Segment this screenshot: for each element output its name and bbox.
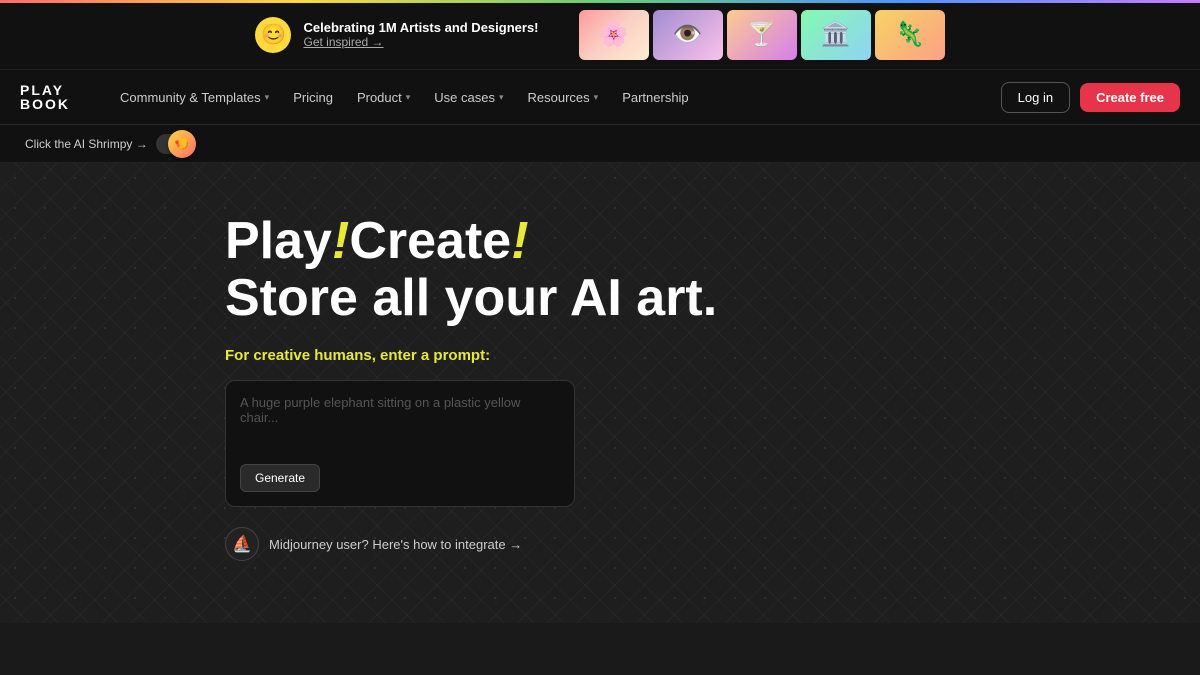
hero-title-line1: Play!Create! <box>225 213 1200 270</box>
banner-text: Celebrating 1M Artists and Designers! Ge… <box>303 20 538 49</box>
smiley-icon: 😊 <box>255 17 291 53</box>
banner-get-inspired-link[interactable]: Get inspired → <box>303 35 538 49</box>
chevron-down-icon-resources: ▾ <box>594 92 599 103</box>
generate-button[interactable]: Generate <box>240 464 320 492</box>
nav-product[interactable]: Product ▾ <box>347 84 420 111</box>
hero-subtitle: For creative humans, enter a prompt: <box>225 347 1200 364</box>
create-free-button[interactable]: Create free <box>1080 83 1180 112</box>
midjourney-icon: ⛵ <box>225 527 259 561</box>
top-banner: 😊 Celebrating 1M Artists and Designers! … <box>0 0 1200 70</box>
nav-partnership[interactable]: Partnership <box>612 84 698 111</box>
hero-title: Play!Create! Store all your AI art. <box>225 213 1200 327</box>
chevron-down-icon: ▾ <box>265 92 270 103</box>
midjourney-link[interactable]: ⛵ Midjourney user? Here's how to integra… <box>225 527 1200 561</box>
nav-items: Community & Templates ▾ Pricing Product … <box>110 84 971 111</box>
logo-play: PLAY <box>20 83 70 97</box>
logo: PLAY BOOK <box>20 83 70 111</box>
shrimpy-bar: Click the AI Shrimpy → 🍤 <box>0 125 1200 163</box>
chevron-down-icon-usecases: ▾ <box>499 92 504 103</box>
banner-image-5 <box>875 10 945 60</box>
midjourney-text: Midjourney user? Here's how to integrate… <box>269 537 522 552</box>
banner-celebrating-text: Celebrating 1M Artists and Designers! <box>303 20 538 35</box>
banner-image-3 <box>727 10 797 60</box>
hero-exclaim2: ! <box>511 212 528 270</box>
hero-exclaim1: ! <box>332 212 349 270</box>
banner-images <box>579 10 945 60</box>
banner-image-1 <box>579 10 649 60</box>
nav-community-templates[interactable]: Community & Templates ▾ <box>110 84 279 111</box>
prompt-input[interactable] <box>240 395 560 455</box>
shrimpy-label: Click the AI Shrimpy → <box>25 137 148 151</box>
prompt-box: Generate <box>225 380 575 507</box>
ai-shrimpy-toggle[interactable]: 🍤 <box>156 134 192 154</box>
banner-image-4 <box>801 10 871 60</box>
hero-title-line2: Store all your AI art. <box>225 270 1200 327</box>
toggle-knob: 🍤 <box>168 130 196 158</box>
nav-resources[interactable]: Resources ▾ <box>518 84 609 111</box>
logo-book: BOOK <box>20 97 70 111</box>
navbar: PLAY BOOK Community & Templates ▾ Pricin… <box>0 70 1200 125</box>
nav-actions: Log in Create free <box>1001 82 1180 113</box>
nav-use-cases[interactable]: Use cases ▾ <box>424 84 513 111</box>
chevron-down-icon-product: ▾ <box>406 92 411 103</box>
hero-section: Play!Create! Store all your AI art. For … <box>0 163 1200 623</box>
nav-pricing[interactable]: Pricing <box>283 84 343 111</box>
hero-content: Play!Create! Store all your AI art. For … <box>225 213 1200 561</box>
banner-left: 😊 Celebrating 1M Artists and Designers! … <box>255 17 538 53</box>
banner-image-2 <box>653 10 723 60</box>
login-button[interactable]: Log in <box>1001 82 1070 113</box>
